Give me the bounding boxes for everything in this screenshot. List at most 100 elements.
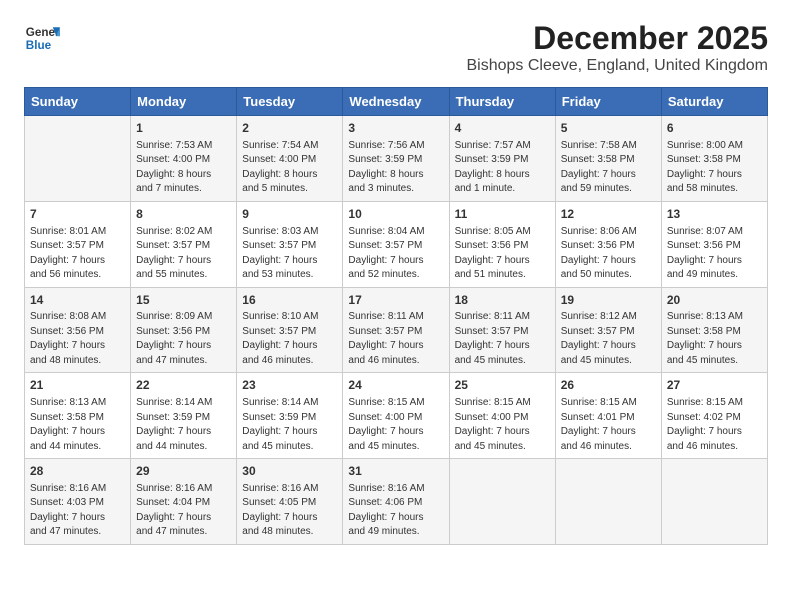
cell-content: Sunrise: 8:13 AM Sunset: 3:58 PM Dayligh… — [667, 310, 762, 368]
header-day-thursday: Thursday — [449, 88, 555, 116]
cell-content: Sunrise: 7:58 AM Sunset: 3:58 PM Dayligh… — [561, 139, 656, 197]
calendar-cell: 27 Sunrise: 8:15 AM Sunset: 4:02 PM Dayli… — [661, 373, 767, 459]
day-number: 15 — [136, 292, 231, 309]
calendar-cell: 10 Sunrise: 8:04 AM Sunset: 3:57 PM Dayli… — [343, 201, 449, 287]
calendar-cell: 22 Sunrise: 8:14 AM Sunset: 3:59 PM Dayli… — [131, 373, 237, 459]
calendar-cell: 15Sunrise: 8:09 AM Sunset: 3:56 PM Dayli… — [131, 287, 237, 373]
header-row: SundayMondayTuesdayWednesdayThursdayFrid… — [25, 88, 768, 116]
day-number: 27 — [667, 377, 762, 394]
day-number: 13 — [667, 206, 762, 223]
day-number: 16 — [242, 292, 337, 309]
calendar-cell — [25, 116, 131, 202]
day-number: 20 — [667, 292, 762, 309]
day-number: 7 — [30, 206, 125, 223]
cell-content: Sunrise: 8:10 AM Sunset: 3:57 PM Dayligh… — [242, 310, 337, 368]
cell-content: Sunrise: 7:53 AM Sunset: 4:00 PM Dayligh… — [136, 139, 231, 197]
calendar-cell: 18Sunrise: 8:11 AM Sunset: 3:57 PM Dayli… — [449, 287, 555, 373]
header-day-friday: Friday — [555, 88, 661, 116]
day-number: 23 — [242, 377, 337, 394]
week-row-5: 28 Sunrise: 8:16 AM Sunset: 4:03 PM Dayli… — [25, 459, 768, 545]
calendar-cell: 13 Sunrise: 8:07 AM Sunset: 3:56 PM Dayli… — [661, 201, 767, 287]
cell-content: Sunrise: 8:15 AM Sunset: 4:02 PM Dayligh… — [667, 396, 762, 454]
day-number: 2 — [242, 120, 337, 137]
cell-content: Sunrise: 8:03 AM Sunset: 3:57 PM Dayligh… — [242, 225, 337, 283]
calendar-cell — [555, 459, 661, 545]
cell-content: Sunrise: 8:07 AM Sunset: 3:56 PM Dayligh… — [667, 225, 762, 283]
day-number: 28 — [30, 463, 125, 480]
svg-text:Blue: Blue — [26, 39, 52, 52]
cell-content: Sunrise: 8:05 AM Sunset: 3:56 PM Dayligh… — [455, 225, 550, 283]
calendar-cell — [449, 459, 555, 545]
logo: General Blue — [24, 20, 60, 56]
day-number: 29 — [136, 463, 231, 480]
calendar-cell: 24 Sunrise: 8:15 AM Sunset: 4:00 PM Dayli… — [343, 373, 449, 459]
cell-content: Sunrise: 8:11 AM Sunset: 3:57 PM Dayligh… — [348, 310, 443, 368]
day-number: 8 — [136, 206, 231, 223]
calendar-cell: 3 Sunrise: 7:56 AM Sunset: 3:59 PM Daylig… — [343, 116, 449, 202]
calendar-cell: 21 Sunrise: 8:13 AM Sunset: 3:58 PM Dayli… — [25, 373, 131, 459]
week-row-1: 1 Sunrise: 7:53 AM Sunset: 4:00 PM Daylig… — [25, 116, 768, 202]
calendar-table: SundayMondayTuesdayWednesdayThursdayFrid… — [24, 87, 768, 545]
calendar-cell: 11 Sunrise: 8:05 AM Sunset: 3:56 PM Dayli… — [449, 201, 555, 287]
day-number: 22 — [136, 377, 231, 394]
calendar-cell: 16Sunrise: 8:10 AM Sunset: 3:57 PM Dayli… — [237, 287, 343, 373]
cell-content: Sunrise: 8:16 AM Sunset: 4:06 PM Dayligh… — [348, 482, 443, 540]
day-number: 4 — [455, 120, 550, 137]
day-number: 1 — [136, 120, 231, 137]
day-number: 21 — [30, 377, 125, 394]
calendar-cell: 20Sunrise: 8:13 AM Sunset: 3:58 PM Dayli… — [661, 287, 767, 373]
main-title: December 2025 — [466, 20, 768, 57]
cell-content: Sunrise: 7:56 AM Sunset: 3:59 PM Dayligh… — [348, 139, 443, 197]
calendar-cell: 31 Sunrise: 8:16 AM Sunset: 4:06 PM Dayli… — [343, 459, 449, 545]
day-number: 3 — [348, 120, 443, 137]
cell-content: Sunrise: 8:14 AM Sunset: 3:59 PM Dayligh… — [242, 396, 337, 454]
calendar-cell: 2 Sunrise: 7:54 AM Sunset: 4:00 PM Daylig… — [237, 116, 343, 202]
day-number: 9 — [242, 206, 337, 223]
cell-content: Sunrise: 8:04 AM Sunset: 3:57 PM Dayligh… — [348, 225, 443, 283]
calendar-cell: 1 Sunrise: 7:53 AM Sunset: 4:00 PM Daylig… — [131, 116, 237, 202]
day-number: 31 — [348, 463, 443, 480]
calendar-cell: 5 Sunrise: 7:58 AM Sunset: 3:58 PM Daylig… — [555, 116, 661, 202]
calendar-cell: 17Sunrise: 8:11 AM Sunset: 3:57 PM Dayli… — [343, 287, 449, 373]
cell-content: Sunrise: 8:01 AM Sunset: 3:57 PM Dayligh… — [30, 225, 125, 283]
day-number: 11 — [455, 206, 550, 223]
cell-content: Sunrise: 8:12 AM Sunset: 3:57 PM Dayligh… — [561, 310, 656, 368]
day-number: 18 — [455, 292, 550, 309]
cell-content: Sunrise: 7:54 AM Sunset: 4:00 PM Dayligh… — [242, 139, 337, 197]
calendar-cell: 30 Sunrise: 8:16 AM Sunset: 4:05 PM Dayli… — [237, 459, 343, 545]
week-row-4: 21 Sunrise: 8:13 AM Sunset: 3:58 PM Dayli… — [25, 373, 768, 459]
calendar-cell: 4 Sunrise: 7:57 AM Sunset: 3:59 PM Daylig… — [449, 116, 555, 202]
calendar-cell: 12Sunrise: 8:06 AM Sunset: 3:56 PM Dayli… — [555, 201, 661, 287]
calendar-cell: 26Sunrise: 8:15 AM Sunset: 4:01 PM Dayli… — [555, 373, 661, 459]
cell-content: Sunrise: 8:15 AM Sunset: 4:00 PM Dayligh… — [348, 396, 443, 454]
calendar-cell: 19Sunrise: 8:12 AM Sunset: 3:57 PM Dayli… — [555, 287, 661, 373]
header-day-sunday: Sunday — [25, 88, 131, 116]
cell-content: Sunrise: 8:16 AM Sunset: 4:03 PM Dayligh… — [30, 482, 125, 540]
calendar-cell — [661, 459, 767, 545]
cell-content: Sunrise: 8:00 AM Sunset: 3:58 PM Dayligh… — [667, 139, 762, 197]
sub-title: Bishops Cleeve, England, United Kingdom — [466, 57, 768, 75]
day-number: 14 — [30, 292, 125, 309]
logo-icon: General Blue — [24, 20, 60, 56]
day-number: 5 — [561, 120, 656, 137]
cell-content: Sunrise: 8:13 AM Sunset: 3:58 PM Dayligh… — [30, 396, 125, 454]
calendar-cell: 23 Sunrise: 8:14 AM Sunset: 3:59 PM Dayli… — [237, 373, 343, 459]
cell-content: Sunrise: 8:06 AM Sunset: 3:56 PM Dayligh… — [561, 225, 656, 283]
calendar-cell: 29Sunrise: 8:16 AM Sunset: 4:04 PM Dayli… — [131, 459, 237, 545]
day-number: 17 — [348, 292, 443, 309]
week-row-2: 7 Sunrise: 8:01 AM Sunset: 3:57 PM Daylig… — [25, 201, 768, 287]
header: General Blue December 2025 Bishops Cleev… — [24, 20, 768, 75]
calendar-cell: 9 Sunrise: 8:03 AM Sunset: 3:57 PM Daylig… — [237, 201, 343, 287]
header-day-wednesday: Wednesday — [343, 88, 449, 116]
cell-content: Sunrise: 8:16 AM Sunset: 4:05 PM Dayligh… — [242, 482, 337, 540]
day-number: 6 — [667, 120, 762, 137]
cell-content: Sunrise: 7:57 AM Sunset: 3:59 PM Dayligh… — [455, 139, 550, 197]
day-number: 19 — [561, 292, 656, 309]
cell-content: Sunrise: 8:09 AM Sunset: 3:56 PM Dayligh… — [136, 310, 231, 368]
cell-content: Sunrise: 8:14 AM Sunset: 3:59 PM Dayligh… — [136, 396, 231, 454]
day-number: 10 — [348, 206, 443, 223]
calendar-cell: 28 Sunrise: 8:16 AM Sunset: 4:03 PM Dayli… — [25, 459, 131, 545]
day-number: 30 — [242, 463, 337, 480]
header-day-tuesday: Tuesday — [237, 88, 343, 116]
day-number: 24 — [348, 377, 443, 394]
